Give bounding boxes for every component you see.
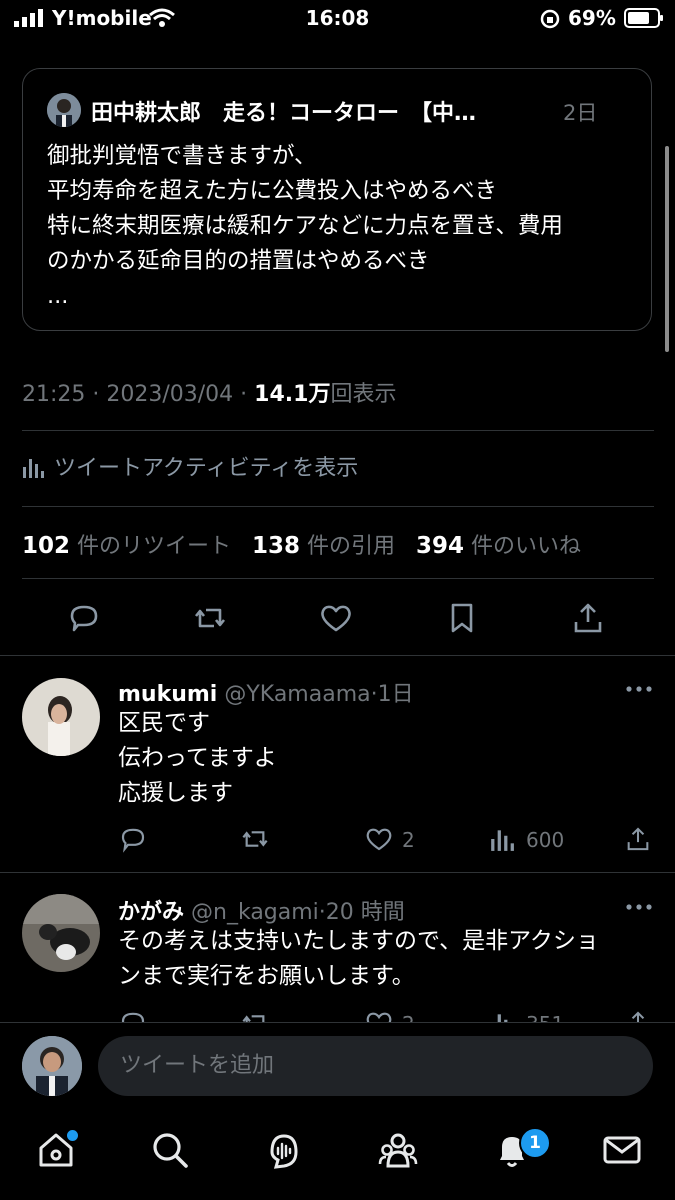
quote-count-link[interactable]: 138 件の引用 bbox=[252, 533, 396, 559]
view-count: 14.1万 bbox=[254, 382, 331, 407]
activity-label: ツイートアクティビティを表示 bbox=[54, 456, 359, 481]
divider bbox=[0, 655, 675, 656]
author-name[interactable]: かがみ bbox=[118, 900, 184, 925]
reply-icon[interactable] bbox=[66, 600, 102, 636]
reply-line: ンまで実行をお願いします。 bbox=[118, 963, 415, 989]
view-label: 回表示 bbox=[330, 382, 397, 407]
quoted-tweet-card[interactable]: 田中耕太郎 走る！コータロー 【中… 2日 御批判覚悟で書きますが、 平均寿命を… bbox=[22, 68, 652, 331]
rotation-lock-icon bbox=[540, 9, 560, 29]
avatar[interactable] bbox=[22, 678, 100, 756]
spaces-icon[interactable] bbox=[264, 1130, 304, 1170]
divider bbox=[22, 430, 654, 431]
like-count: 2 bbox=[402, 828, 415, 852]
divider bbox=[0, 872, 675, 873]
reply-compose-input[interactable]: ツイートを追加 bbox=[98, 1036, 653, 1096]
more-options-icon[interactable] bbox=[624, 902, 654, 912]
reply-line: その考えは支持いたしますので、是非アクショ bbox=[118, 928, 599, 954]
like-count: 394 bbox=[416, 533, 465, 559]
analytics-icon bbox=[23, 459, 44, 478]
my-avatar bbox=[22, 1036, 82, 1096]
divider bbox=[22, 506, 654, 507]
quoted-line: 平均寿命を超えた方に公費投入はやめるべき bbox=[47, 178, 498, 204]
tweet-timestamp: 21:25 · 2023/03/04 · 14.1万回表示 bbox=[22, 376, 396, 408]
reply-line: 応援します bbox=[118, 780, 233, 806]
like-count-link[interactable]: 394 件のいいね bbox=[416, 533, 582, 559]
messages-icon[interactable] bbox=[602, 1130, 642, 1170]
author-name[interactable]: mukumi bbox=[118, 682, 217, 707]
reply-time: ·1日 bbox=[370, 682, 414, 707]
like-icon[interactable] bbox=[318, 600, 354, 636]
author-handle: @YKamaama bbox=[224, 682, 371, 707]
author-handle: @n_kagami bbox=[191, 900, 319, 925]
quoted-author-avatar bbox=[47, 93, 81, 127]
bookmark-icon[interactable] bbox=[444, 600, 480, 636]
retweet-count-link[interactable]: 102 件のリツイート bbox=[22, 533, 232, 559]
timestamp-text: 21:25 · 2023/03/04 · bbox=[22, 382, 255, 407]
home-unread-dot bbox=[65, 1128, 80, 1143]
tweet-activity-link[interactable]: ツイートアクティビティを表示 bbox=[22, 450, 358, 482]
like-icon[interactable] bbox=[364, 824, 394, 854]
quoted-line: 御批判覚悟で書きますが、 bbox=[47, 143, 317, 169]
retweet-icon[interactable] bbox=[240, 824, 270, 854]
status-bar: Y!mobile 16:08 69% bbox=[0, 0, 675, 36]
reply-icon[interactable] bbox=[118, 824, 148, 854]
share-icon[interactable] bbox=[624, 824, 652, 854]
like-label: 件のいいね bbox=[471, 534, 582, 559]
share-icon[interactable] bbox=[570, 600, 606, 636]
scrollbar[interactable] bbox=[665, 146, 669, 352]
reply-text: その考えは支持いたしますので、是非アクショ ンまで実行をお願いします。 bbox=[118, 924, 599, 994]
avatar[interactable] bbox=[22, 894, 100, 972]
reply-author: mukumi @YKamaama·1日 bbox=[118, 676, 414, 708]
reply-text: 区民です 伝わってますよ 応援します bbox=[118, 706, 277, 811]
quoted-tweet-time: 2日 bbox=[563, 101, 598, 125]
quote-count: 138 bbox=[252, 533, 301, 559]
more-options-icon[interactable] bbox=[624, 684, 654, 694]
reply-line: 伝わってますよ bbox=[118, 745, 277, 771]
engagement-counts: 102 件のリツイート 138 件の引用 394 件のいいね bbox=[22, 528, 581, 560]
divider bbox=[22, 578, 654, 579]
divider bbox=[0, 1022, 675, 1023]
search-icon[interactable] bbox=[150, 1130, 190, 1170]
quoted-line: 特に終末期医療は緩和ケアなどに力点を置き、費用 bbox=[47, 213, 563, 239]
battery-icon bbox=[624, 8, 663, 28]
retweet-label: 件のリツイート bbox=[77, 534, 232, 559]
communities-icon[interactable] bbox=[378, 1130, 418, 1170]
battery-percent: 69% bbox=[568, 6, 616, 30]
view-count: 600 bbox=[526, 828, 565, 852]
quoted-line: ... bbox=[47, 283, 69, 309]
reply-author: かがみ @n_kagami·20 時間 bbox=[118, 894, 405, 926]
quoted-tweet-text: 御批判覚悟で書きますが、 平均寿命を超えた方に公費投入はやめるべき 特に終末期医… bbox=[47, 139, 637, 314]
quoted-author-name: 田中耕太郎 走る！コータロー 【中… bbox=[91, 101, 477, 126]
notifications-badge: 1 bbox=[519, 1127, 551, 1159]
reply-time: ·20 時間 bbox=[318, 900, 405, 925]
quoted-line: のかかる延命目的の措置はやめるべき bbox=[47, 248, 430, 274]
views-icon[interactable] bbox=[490, 826, 514, 852]
reply-line: 区民です bbox=[118, 710, 210, 736]
retweet-count: 102 bbox=[22, 533, 71, 559]
quote-label: 件の引用 bbox=[307, 534, 396, 559]
retweet-icon[interactable] bbox=[192, 600, 228, 636]
